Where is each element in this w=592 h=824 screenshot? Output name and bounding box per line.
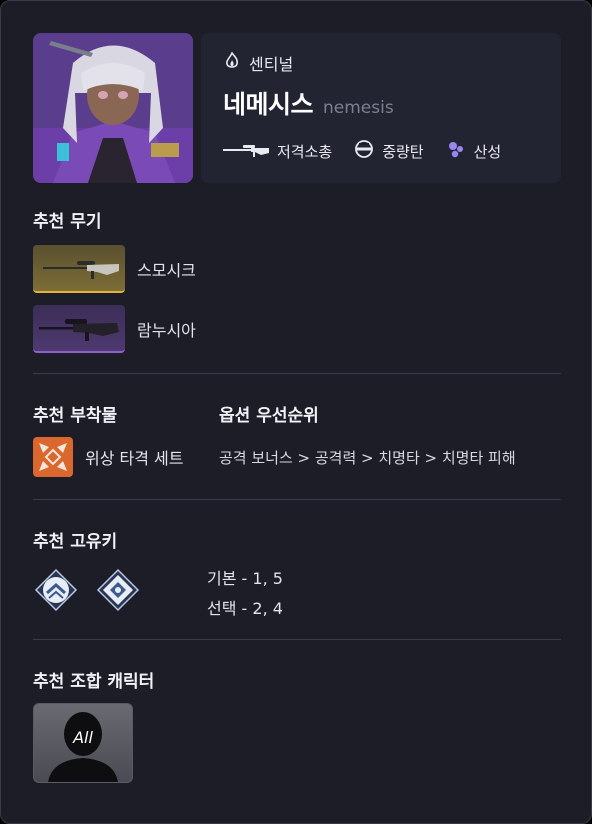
stat-element-label: 산성	[473, 142, 502, 161]
class-label: 센티널	[249, 55, 294, 74]
options-section-title: 옵션 우선순위	[219, 406, 319, 426]
character-info-panel: 센티널 네메시스 nemesis 저격소총 중량탄 산성	[201, 33, 561, 183]
weapon-item[interactable]: 스모시크	[33, 245, 196, 293]
weapons-section-title: 추천 무기	[33, 212, 102, 232]
weapon-name: 스모시크	[137, 261, 196, 280]
weapon-thumbnail	[33, 245, 125, 293]
phase-strike-set-icon	[33, 437, 73, 477]
character-portrait	[33, 33, 193, 183]
section-divider	[33, 639, 561, 640]
stat-weapon-type: 저격소총	[223, 141, 332, 162]
stat-weapon-type-label: 저격소총	[277, 142, 333, 161]
combo-all-label: All	[73, 728, 93, 747]
combo-character-card[interactable]: All	[33, 703, 133, 783]
weapon-thumbnail	[33, 305, 125, 353]
flame-crest-icon	[223, 51, 241, 74]
sniper-rifle-icon	[223, 142, 269, 161]
combo-section-title: 추천 조합 캐릭터	[33, 672, 155, 692]
key-chevron-icon[interactable]	[33, 567, 79, 613]
key-diamond-icon[interactable]	[95, 567, 141, 613]
stat-ammo-type-label: 중량탄	[382, 142, 424, 161]
name-row: 네메시스 nemesis	[223, 85, 394, 121]
weapon-item[interactable]: 람누시아	[33, 305, 196, 353]
stat-ammo-type: 중량탄	[354, 139, 424, 163]
weapon-name: 람누시아	[137, 321, 196, 340]
character-name-english: nemesis	[323, 98, 394, 118]
section-divider	[33, 499, 561, 500]
option-priority-text: 공격 보너스 > 공격력 > 치명타 > 치명타 피해	[219, 449, 516, 467]
class-row: 센티널	[223, 51, 293, 75]
character-name: 네메시스	[223, 90, 314, 119]
heavy-ammo-icon	[354, 139, 374, 163]
dissolve-icon	[446, 139, 466, 163]
character-build-card: 센티널 네메시스 nemesis 저격소총 중량탄 산성 추천 무기 스모시크 …	[0, 0, 592, 824]
key-choice-text: 선택 - 2, 4	[207, 599, 283, 618]
key-icons	[33, 567, 141, 613]
section-divider	[33, 373, 561, 374]
attachment-set[interactable]: 위상 타격 세트	[33, 437, 184, 477]
attachment-set-name: 위상 타격 세트	[85, 449, 184, 468]
attachments-section-title: 추천 부착물	[33, 406, 118, 426]
keys-section-title: 추천 고유키	[33, 532, 118, 552]
stat-element: 산성	[446, 139, 502, 163]
stat-row: 저격소총 중량탄 산성	[223, 139, 523, 163]
key-basic-text: 기본 - 1, 5	[207, 569, 283, 588]
